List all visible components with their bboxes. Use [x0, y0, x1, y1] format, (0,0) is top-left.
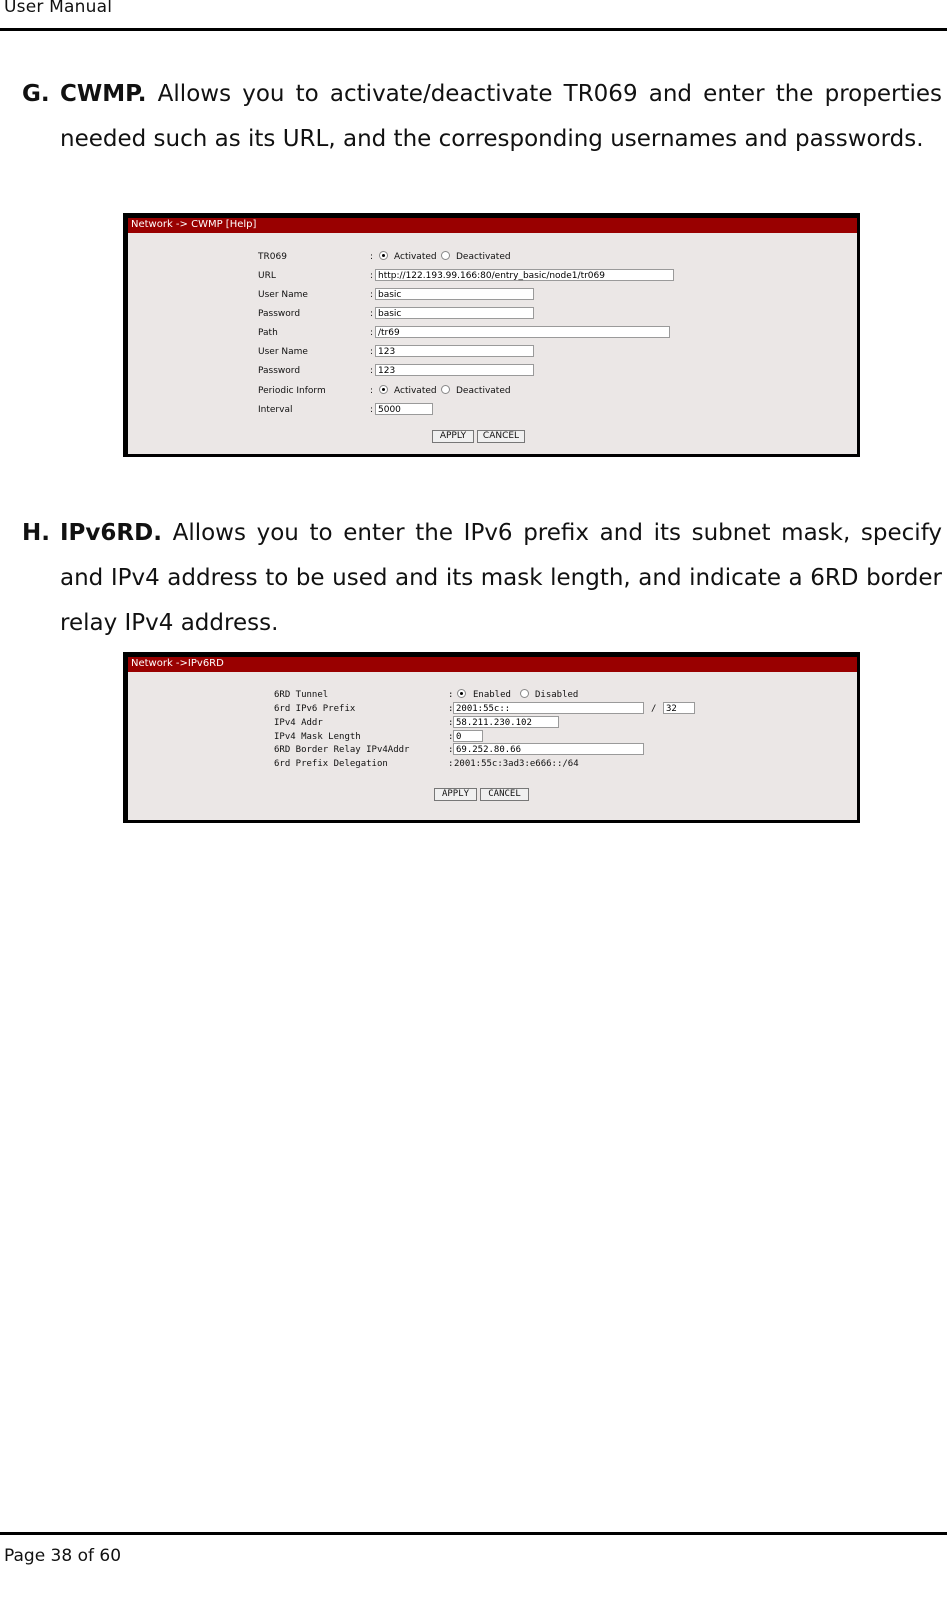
cwmp-cancel-button[interactable]: CANCEL	[477, 430, 525, 443]
url-input[interactable]: http://122.193.99.166:80/entry_basic/nod…	[375, 269, 674, 281]
tunnel-disabled-label: Disabled	[535, 690, 579, 700]
section-ipv6rd-paragraph: H. IPv6RD. Allows you to enter the IPv6 p…	[22, 511, 942, 646]
periodic-inform-row: Periodic Inform : Activated Deactivated	[258, 384, 758, 398]
document-title: User Manual	[4, 0, 113, 17]
password1-label: Password	[258, 309, 301, 319]
prefix-separator: /	[651, 704, 657, 714]
header-rule	[0, 28, 947, 31]
section-description: Allows you to activate/deactivate TR069 …	[60, 81, 942, 152]
colon: :	[370, 347, 374, 357]
path-label: Path	[258, 328, 278, 338]
password2-label: Password	[258, 366, 301, 376]
prefix-length-input[interactable]: 32	[663, 702, 695, 714]
tunnel-label: 6RD Tunnel	[274, 690, 329, 700]
colon: :	[370, 252, 374, 262]
username1-label: User Name	[258, 290, 308, 300]
mask-length-label: IPv4 Mask Length	[274, 732, 361, 742]
tr069-activated-radio[interactable]	[379, 251, 388, 260]
colon: :	[370, 309, 374, 319]
interval-row: Interval : 5000	[258, 403, 758, 417]
cwmp-title: Network -> CWMP [Help]	[131, 219, 257, 230]
tr069-deactivated-label: Deactivated	[456, 252, 511, 262]
path-row: Path : /tr69	[258, 326, 818, 340]
ipv6rd-panel: Network ->IPv6RD 6RD Tunnel : Enabled Di…	[128, 657, 857, 820]
periodic-activated-radio[interactable]	[379, 385, 388, 394]
ipv4-addr-row: IPv4 Addr : 58.211.230.102	[274, 716, 834, 730]
tr069-label: TR069	[258, 252, 287, 262]
password1-input[interactable]: basic	[375, 307, 534, 319]
border-relay-input[interactable]: 69.252.80.66	[453, 743, 644, 755]
interval-label: Interval	[258, 405, 293, 415]
section-ipv6rd: H. IPv6RD. Allows you to enter the IPv6 p…	[22, 511, 942, 646]
username2-input[interactable]: 123	[375, 345, 534, 357]
tr069-deactivated-radio[interactable]	[441, 251, 450, 260]
page-header: User Manual	[0, 0, 947, 32]
username2-label: User Name	[258, 347, 308, 357]
ipv6rd-screenshot: Network ->IPv6RD 6RD Tunnel : Enabled Di…	[123, 652, 860, 823]
password2-row: Password : 123	[258, 364, 758, 378]
url-label: URL	[258, 271, 276, 281]
colon: :	[370, 290, 374, 300]
colon: :	[370, 366, 374, 376]
section-cwmp: G. CWMP. Allows you to activate/deactivat…	[22, 72, 942, 162]
tr069-row: TR069 : Activated Deactivated	[258, 250, 758, 264]
prefix-delegation-row: 6rd Prefix Delegation : 2001:55c:3ad3:e6…	[274, 757, 834, 771]
cwmp-title-bar: Network -> CWMP [Help]	[128, 218, 857, 233]
footer-rule	[0, 1532, 947, 1535]
prefix-label: 6rd IPv6 Prefix	[274, 704, 356, 714]
colon: :	[370, 405, 374, 415]
prefix-input[interactable]: 2001:55c::	[453, 702, 644, 714]
section-letter: H.	[22, 520, 50, 546]
colon: :	[448, 690, 454, 700]
path-input[interactable]: /tr69	[375, 326, 670, 338]
username1-row: User Name : basic	[258, 288, 758, 302]
border-relay-label: 6RD Border Relay IPv4Addr	[274, 745, 410, 755]
tunnel-row: 6RD Tunnel : Enabled Disabled	[274, 688, 834, 702]
prefix-row: 6rd IPv6 Prefix : 2001:55c:: / 32	[274, 702, 834, 716]
colon: :	[370, 328, 374, 338]
prefix-delegation-label: 6rd Prefix Delegation	[274, 759, 388, 769]
prefix-delegation-value: 2001:55c:3ad3:e666::/64	[454, 759, 579, 769]
username2-row: User Name : 123	[258, 345, 758, 359]
periodic-deactivated-label: Deactivated	[456, 386, 511, 396]
periodic-deactivated-radio[interactable]	[441, 385, 450, 394]
interval-input[interactable]: 5000	[375, 403, 433, 415]
colon: :	[448, 759, 454, 769]
tunnel-enabled-radio[interactable]	[457, 689, 466, 698]
ipv4-addr-input[interactable]: 58.211.230.102	[453, 716, 559, 728]
section-description: Allows you to enter the IPv6 prefix and …	[60, 520, 942, 636]
periodic-inform-label: Periodic Inform	[258, 386, 326, 396]
cwmp-panel: Network -> CWMP [Help] TR069 : Activated…	[128, 218, 857, 454]
ipv4-addr-label: IPv4 Addr	[274, 718, 323, 728]
ipv6rd-title: Network ->IPv6RD	[131, 658, 224, 669]
periodic-activated-label: Activated	[394, 386, 437, 396]
section-term: CWMP.	[60, 81, 147, 107]
mask-length-row: IPv4 Mask Length : 0	[274, 730, 834, 744]
password2-input[interactable]: 123	[375, 364, 534, 376]
cwmp-screenshot: Network -> CWMP [Help] TR069 : Activated…	[123, 213, 860, 457]
mask-length-input[interactable]: 0	[453, 730, 483, 742]
colon: :	[370, 386, 374, 396]
ipv6rd-apply-button[interactable]: APPLY	[434, 788, 477, 801]
cwmp-apply-button[interactable]: APPLY	[432, 430, 474, 443]
section-letter: G.	[22, 81, 50, 107]
tr069-activated-label: Activated	[394, 252, 437, 262]
page-footer: Page 38 of 60	[0, 1530, 947, 1598]
ipv6rd-cancel-button[interactable]: CANCEL	[480, 788, 529, 801]
url-row: URL : http://122.193.99.166:80/entry_bas…	[258, 269, 818, 283]
password1-row: Password : basic	[258, 307, 758, 321]
colon: :	[370, 271, 374, 281]
section-cwmp-paragraph: G. CWMP. Allows you to activate/deactivat…	[22, 72, 942, 162]
section-term: IPv6RD.	[60, 520, 162, 546]
tunnel-disabled-radio[interactable]	[520, 689, 529, 698]
ipv6rd-title-bar: Network ->IPv6RD	[128, 657, 857, 672]
page-number: Page 38 of 60	[4, 1546, 122, 1566]
tunnel-enabled-label: Enabled	[473, 690, 511, 700]
username1-input[interactable]: basic	[375, 288, 534, 300]
border-relay-row: 6RD Border Relay IPv4Addr : 69.252.80.66	[274, 743, 834, 757]
